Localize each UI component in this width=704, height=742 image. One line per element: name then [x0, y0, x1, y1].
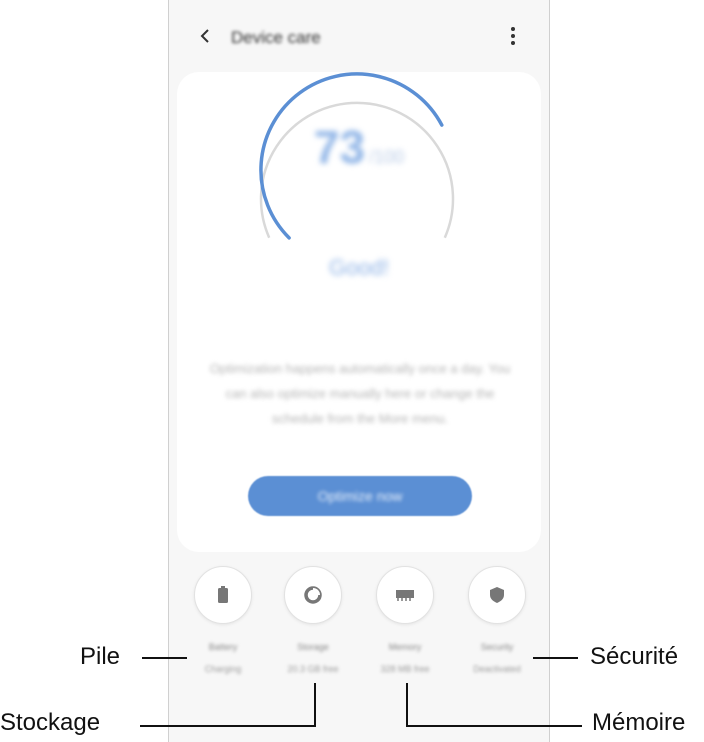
app-bar: Device care [169, 0, 549, 72]
memory-tile[interactable]: Memory 328 MB free [359, 566, 451, 674]
battery-icon-circle [194, 566, 252, 624]
storage-icon-circle [284, 566, 342, 624]
optimize-now-label: Optimize now [317, 488, 403, 504]
memory-callout-line-horizontal [406, 725, 582, 727]
chevron-left-icon [200, 29, 209, 43]
shield-icon [490, 587, 504, 603]
security-callout-line [533, 657, 578, 659]
optimization-description: Optimization happens automatically once … [209, 361, 511, 426]
battery-callout-line [142, 657, 187, 659]
storage-status: 20.3 GB free [287, 664, 339, 674]
device-screen: Device care 73/100 Good! Optimization ha… [168, 0, 550, 742]
score-display: 73/100 [169, 120, 549, 174]
memory-icon-circle [376, 566, 434, 624]
memory-callout: Mémoire [592, 709, 686, 736]
security-callout: Sécurité [590, 643, 679, 670]
memory-chip-icon [396, 590, 414, 601]
score-max: /100 [369, 147, 405, 167]
security-status: Deactivated [473, 664, 521, 674]
storage-pie-icon [304, 586, 322, 604]
storage-label: Storage [297, 642, 329, 652]
battery-icon [218, 586, 228, 603]
security-label: Security [480, 642, 514, 652]
memory-callout-line-vertical [406, 683, 408, 727]
storage-callout-line-horizontal [140, 725, 316, 727]
memory-label: Memory [388, 642, 422, 652]
score-status: Good! [329, 255, 389, 280]
more-vertical-icon [511, 27, 515, 45]
storage-tile[interactable]: Storage 20.3 GB free [267, 566, 359, 674]
optimize-now-button[interactable]: Optimize now [248, 476, 472, 516]
memory-status: 328 MB free [380, 664, 430, 674]
storage-callout-line-vertical [314, 683, 316, 727]
security-icon-circle [468, 566, 526, 624]
battery-status: Charging [204, 664, 242, 674]
back-button[interactable] [191, 22, 219, 50]
battery-label: Battery [208, 642, 238, 652]
battery-callout: Pile [80, 643, 121, 670]
storage-callout: Stockage [0, 709, 101, 736]
security-tile[interactable]: Security Deactivated [451, 566, 543, 674]
score-value: 73 [313, 121, 366, 173]
battery-tile[interactable]: Battery Charging [177, 566, 269, 674]
page-title: Device care [231, 28, 321, 47]
more-options-button[interactable] [499, 22, 527, 50]
